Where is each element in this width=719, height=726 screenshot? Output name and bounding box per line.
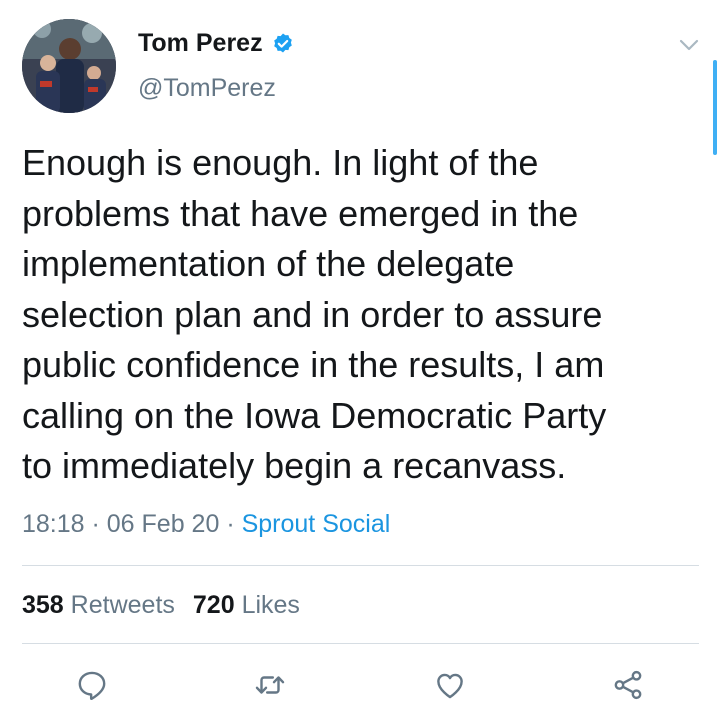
reply-button[interactable] — [72, 667, 112, 703]
retweets-stat[interactable]: 358 Retweets — [22, 591, 175, 619]
tweet-meta: 18:18 · 06 Feb 20 · Sprout Social — [22, 510, 390, 539]
avatar[interactable] — [22, 19, 116, 113]
retweet-icon — [255, 676, 285, 694]
share-icon — [614, 670, 642, 700]
reply-icon — [78, 671, 106, 700]
meta-separator: · — [219, 510, 242, 538]
tweet-line: problems that have emerged in the — [22, 192, 579, 234]
chevron-down-icon[interactable] — [678, 36, 700, 54]
share-button[interactable] — [608, 667, 648, 703]
tweet-line: selection plan and in order to assure — [22, 293, 603, 335]
likes-stat[interactable]: 720 Likes — [193, 591, 300, 619]
divider — [22, 565, 699, 566]
tweet-time: 18:18 — [22, 510, 85, 538]
like-icon — [437, 673, 463, 699]
tweet-date: 06 Feb 20 — [106, 510, 220, 538]
tweet-text: Enough is enough. In light of the proble… — [22, 138, 702, 492]
likes-count: 720 — [192, 591, 235, 619]
retweets-count: 358 — [22, 591, 64, 619]
author-handle[interactable]: @TomPerez — [138, 74, 276, 103]
tweet-detail: Tom Perez @TomPerez Enough is enough. In… — [0, 0, 719, 726]
avatar-photo — [22, 19, 116, 113]
tweet-line: to immediately begin a recanvass. — [22, 445, 567, 486]
divider — [22, 643, 699, 644]
tweet-stats: 358 Retweets 720 Likes — [22, 591, 300, 620]
likes-label: Likes — [241, 591, 300, 619]
like-button[interactable] — [430, 667, 470, 703]
scrollbar[interactable] — [713, 60, 717, 155]
author-name-row[interactable]: Tom Perez — [138, 29, 295, 58]
tweet-line: Enough is enough. In light of the — [22, 142, 539, 183]
tweet-line: calling on the Iowa Democratic Party — [22, 394, 607, 436]
author-name[interactable]: Tom Perez — [138, 29, 263, 58]
retweet-button[interactable] — [250, 667, 290, 703]
tweet-line: public confidence in the results, I am — [22, 344, 605, 385]
retweets-label: Retweets — [70, 591, 175, 619]
verified-badge-icon — [273, 33, 292, 52]
tweet-source-link[interactable]: Sprout Social — [242, 510, 391, 538]
meta-separator: · — [84, 510, 107, 538]
tweet-line: implementation of the delegate — [22, 243, 515, 284]
